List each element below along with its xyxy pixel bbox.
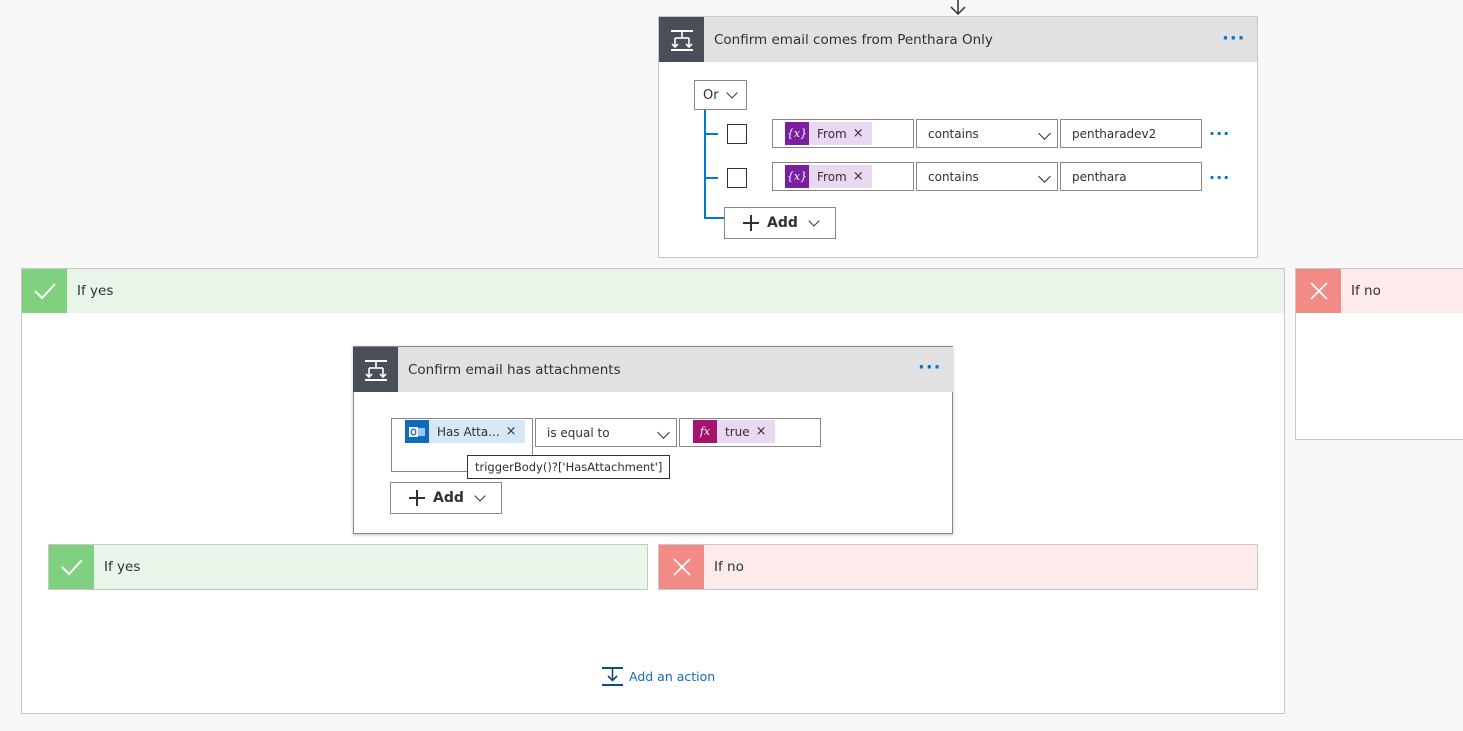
token-remove-button[interactable]: ×	[756, 424, 775, 439]
inner-yes-branch-header[interactable]: If yes	[48, 544, 648, 590]
inner-condition-header[interactable]: Confirm email has attachments	[353, 347, 953, 392]
inner-add-button[interactable]: Add	[390, 482, 502, 514]
no-branch-label: If no	[1351, 283, 1381, 299]
check-icon	[22, 269, 67, 313]
row1-value-text: pentharadev2	[1072, 126, 1157, 141]
condition-icon	[353, 347, 398, 392]
tooltip-text: triggerBody()?['HasAttachment']	[475, 460, 663, 474]
close-icon	[659, 545, 704, 589]
inner-add-label: Add	[433, 490, 464, 506]
token-label: From	[817, 169, 847, 184]
inner-condition-more-button[interactable]: ···	[918, 359, 942, 377]
variable-icon: {x}	[785, 122, 809, 145]
top-condition-more-button[interactable]: ···	[1222, 30, 1246, 48]
inner-no-branch-label: If no	[714, 559, 744, 575]
token-remove-button[interactable]: ×	[506, 424, 525, 439]
token-label: Has Atta...	[437, 424, 500, 439]
has-attachment-token[interactable]: Has Atta... ×	[405, 420, 525, 443]
chevron-down-icon	[657, 426, 670, 439]
top-condition-title: Confirm email comes from Penthara Only	[714, 31, 993, 48]
tree-line-row2	[704, 177, 718, 179]
add-action-button[interactable]: Add an action	[602, 664, 715, 688]
top-add-button[interactable]: Add	[724, 207, 836, 239]
row1-operator-select[interactable]: contains	[916, 119, 1058, 148]
expression-tooltip: triggerBody()?['HasAttachment']	[467, 455, 671, 479]
check-icon	[49, 545, 94, 589]
chevron-down-icon	[1038, 127, 1051, 140]
row2-operator-value: contains	[928, 169, 979, 184]
row2-checkbox[interactable]	[727, 168, 747, 188]
token-label: From	[817, 126, 847, 141]
condition-icon	[659, 17, 704, 62]
row1-more-button[interactable]: ···	[1209, 126, 1230, 142]
yes-branch-header[interactable]: If yes	[22, 269, 1284, 313]
flow-down-arrow-icon	[948, 0, 968, 16]
tree-line-add	[704, 217, 724, 219]
row2-more-button[interactable]: ···	[1209, 170, 1230, 186]
group-operator-value: Or	[703, 87, 719, 103]
inner-right-field[interactable]: fx true ×	[679, 418, 821, 447]
outlook-icon	[405, 420, 429, 443]
inner-condition-title: Confirm email has attachments	[408, 361, 621, 378]
true-expression-token[interactable]: fx true ×	[693, 420, 775, 443]
tree-line-row1	[704, 133, 718, 135]
token-label: true	[725, 424, 750, 439]
group-operator-select[interactable]: Or	[694, 80, 747, 110]
chevron-down-icon	[474, 489, 486, 502]
inner-operator-select[interactable]: is equal to	[535, 418, 677, 447]
function-icon: fx	[693, 420, 717, 443]
row1-operator-value: contains	[928, 126, 979, 141]
inner-operator-value: is equal to	[547, 425, 610, 440]
add-action-label: Add an action	[629, 668, 716, 684]
row1-checkbox[interactable]	[727, 124, 747, 144]
row2-left-field[interactable]: {x} From ×	[772, 162, 914, 191]
yes-branch-label: If yes	[77, 283, 114, 299]
row2-value-text: penthara	[1072, 169, 1127, 184]
tree-line-vertical	[704, 110, 706, 218]
chevron-down-icon	[726, 87, 738, 99]
add-action-icon	[602, 666, 623, 687]
top-add-label: Add	[767, 215, 798, 231]
row2-operator-select[interactable]: contains	[916, 162, 1058, 191]
chevron-down-icon	[808, 214, 820, 227]
row2-value-input[interactable]: penthara	[1060, 162, 1202, 191]
variable-icon: {x}	[785, 165, 809, 188]
close-icon	[1296, 269, 1341, 313]
row1-value-input[interactable]: pentharadev2	[1060, 119, 1202, 148]
chevron-down-icon	[1038, 170, 1051, 183]
row1-left-field[interactable]: {x} From ×	[772, 119, 914, 148]
row2-from-token[interactable]: {x} From ×	[785, 165, 872, 188]
inner-yes-branch-label: If yes	[104, 559, 141, 575]
top-condition-header[interactable]: Confirm email comes from Penthara Only	[659, 17, 1257, 62]
no-branch-header[interactable]: If no	[1296, 269, 1463, 313]
row1-from-token[interactable]: {x} From ×	[785, 122, 872, 145]
token-remove-button[interactable]: ×	[853, 126, 872, 141]
token-remove-button[interactable]: ×	[853, 169, 872, 184]
inner-no-branch-header[interactable]: If no	[658, 544, 1258, 590]
plus-icon	[743, 215, 759, 231]
plus-icon	[409, 490, 425, 506]
